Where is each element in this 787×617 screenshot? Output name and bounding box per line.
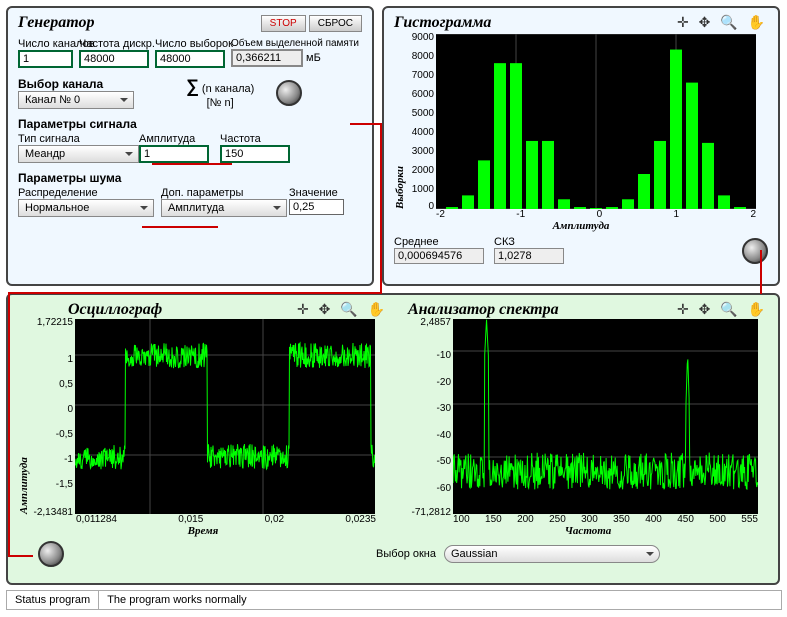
num-samples-label: Число выборок	[155, 38, 225, 50]
noise-value-label: Значение	[289, 187, 349, 199]
signal-type-label: Тип сигнала	[18, 133, 133, 145]
num-channels-input[interactable]	[18, 50, 73, 68]
mean-label: Среднее	[394, 236, 484, 248]
mean-value	[394, 248, 484, 264]
spectrum-xlabel: Частота	[408, 525, 768, 537]
histogram-title: Гистограмма	[394, 14, 491, 32]
lower-panel: Осциллограф ✛ ✥ 🔍 ✋ Амплитуда 1,722151 0…	[6, 293, 780, 585]
window-label: Выбор окна	[376, 548, 436, 560]
oscilloscope-title: Осциллограф	[68, 301, 162, 319]
num-channels-label: Число каналов	[18, 38, 73, 50]
spectrum-tools-icons[interactable]: ✛ ✥ 🔍 ✋	[677, 301, 768, 319]
freq-input[interactable]	[220, 145, 290, 163]
mem-label: Объем выделенной памяти	[231, 38, 362, 49]
freq-label: Частота	[220, 133, 295, 145]
generator-title: Генератор	[18, 14, 95, 32]
amplitude-label: Амплитуда	[139, 133, 214, 145]
oscilloscope-chart	[75, 319, 375, 514]
lower-knob[interactable]	[38, 541, 64, 567]
noise-params-label: Параметры шума	[18, 171, 362, 185]
reset-button[interactable]: СБРОС	[309, 15, 362, 32]
spectrum-chart	[453, 319, 758, 514]
channel-select-label: Выбор канала	[18, 77, 134, 91]
signal-type-select[interactable]: Меандр	[18, 145, 139, 163]
sigma-icon: ∑	[186, 76, 199, 96]
generator-panel: Генератор STOP СБРОС Число каналов Часто…	[6, 6, 374, 286]
mem-value	[231, 49, 303, 67]
generator-knob[interactable]	[276, 80, 302, 106]
sample-rate-input[interactable]	[79, 50, 149, 68]
mem-unit: мБ	[306, 52, 321, 64]
extra-params-select[interactable]: Амплитуда	[161, 199, 287, 217]
rms-label: СКЗ	[494, 236, 564, 248]
signal-params-label: Параметры сигнала	[18, 117, 362, 131]
status-text: The program works normally	[99, 591, 254, 609]
stop-button[interactable]: STOP	[261, 15, 306, 32]
osc-xlabel: Время	[18, 525, 388, 537]
histogram-panel: Гистограмма ✛ ✥ 🔍 ✋ Выборки 90008000 700…	[382, 6, 780, 286]
chart-tools-icons[interactable]: ✛ ✥ 🔍 ✋	[677, 14, 768, 32]
status-bar: Status program The program works normall…	[6, 590, 782, 610]
osc-ylabel: Амплитуда	[18, 319, 30, 514]
distribution-select[interactable]: Нормальное	[18, 199, 154, 217]
amplitude-input[interactable]	[139, 145, 209, 163]
num-samples-input[interactable]	[155, 50, 225, 68]
histogram-chart	[436, 34, 756, 209]
channel-select[interactable]: Канал № 0	[18, 91, 134, 109]
histogram-xlabel: Амплитуда	[394, 220, 768, 232]
rms-value	[494, 248, 564, 264]
histogram-ylabel: Выборки	[394, 34, 406, 209]
noise-value-input[interactable]	[289, 199, 344, 215]
sample-rate-label: Частота дискр.	[79, 38, 149, 50]
distribution-label: Распределение	[18, 187, 153, 199]
window-select[interactable]: Gaussian	[444, 545, 660, 563]
histogram-knob[interactable]	[742, 238, 768, 264]
status-label: Status program	[7, 591, 99, 609]
osc-tools-icons[interactable]: ✛ ✥ 🔍 ✋	[297, 301, 388, 319]
extra-params-label: Доп. параметры	[161, 187, 281, 199]
